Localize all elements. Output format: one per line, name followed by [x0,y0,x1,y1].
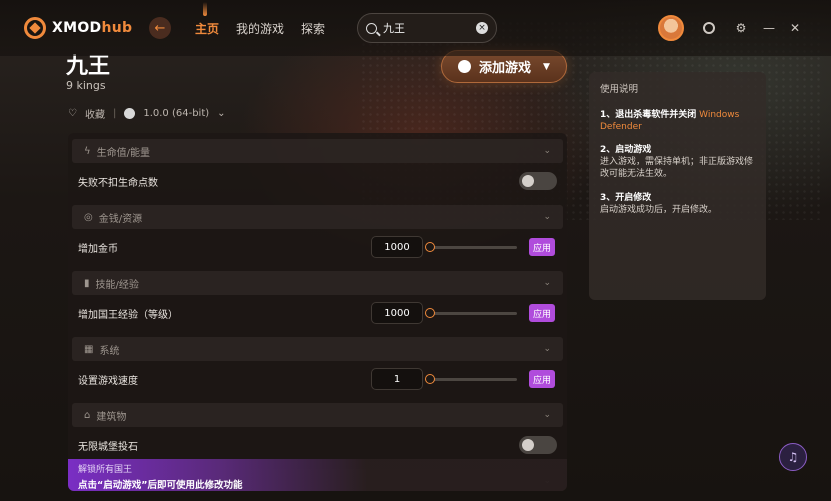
nav-my-games[interactable]: 我的游戏 [236,20,284,37]
main-nav: 主页 我的游戏 探索 [195,2,325,37]
banner-message: 点击“启动游戏”后即可使用此修改功能 [78,480,243,491]
option-row: 设置游戏速度 应用 [68,361,567,397]
section-label: 金钱/资源 [98,213,143,225]
search-box: × [357,13,497,43]
search-input[interactable] [383,21,465,35]
close-icon[interactable]: ✕ [788,21,802,35]
step-body: 启动游戏成功后，开启修改。 [600,204,718,215]
slider-handle[interactable] [425,307,435,318]
game-subtitle: 9 kings [66,79,106,92]
instructions-panel: 使用说明 1、退出杀毒软件并关闭 Windows Defender 2、启动游戏… [589,72,766,300]
section-label: 生命值/能量 [96,147,150,159]
settings-icon[interactable]: ⚙ [734,21,748,35]
option-label: 增加国王经验（等级） [78,309,178,321]
instruction-step: 1、退出杀毒软件并关闭 Windows Defender [600,109,755,133]
top-bar: XMODhub ← 主页 我的游戏 探索 × ⚙ — ✕ [0,0,831,56]
step-heading: 1、退出杀毒软件并关闭 [600,109,697,120]
speed-slider[interactable] [425,373,517,384]
section-buildings[interactable]: ⌂ 建筑物 ⌄ [72,403,563,427]
slider-handle[interactable] [425,241,435,252]
toggle-infinite-stone[interactable] [519,436,557,454]
favorite-label[interactable]: 收藏 [85,106,105,121]
chevron-down-icon: ⌄ [543,212,551,222]
caret-down-icon: ▼ [543,61,550,72]
step-heading: 2、启动游戏 [600,145,652,156]
clear-icon[interactable]: × [476,22,488,34]
nav-home[interactable]: 主页 [195,2,219,37]
section-label: 系统 [99,345,120,357]
chevron-down-icon: ⌄ [543,344,551,354]
instructions-title: 使用说明 [600,84,639,95]
exp-input[interactable] [371,302,423,324]
headset-icon: ♫ [787,450,799,464]
minimize-icon[interactable]: — [762,21,776,35]
step-body: 进入游戏，需保持单机；非正版游戏修改可能无法生效。 [600,157,754,180]
user-avatar[interactable] [658,15,684,41]
support-button[interactable]: ♫ [779,443,807,471]
section-money[interactable]: ◎ 金钱/资源 ⌄ [72,205,563,229]
notification-icon[interactable] [702,21,716,35]
option-label: 增加金币 [78,243,118,255]
logo-icon [24,17,46,39]
instruction-step: 2、启动游戏 进入游戏，需保持单机；非正版游戏修改可能无法生效。 [600,144,755,180]
divider: | [112,108,117,119]
arrow-left-icon: ← [154,20,166,36]
chevron-down-icon: ⌄ [543,278,551,288]
step-heading: 3、开启修改 [600,192,652,203]
apply-exp-button[interactable]: 应用 [529,304,555,322]
grid-icon: ▦ [84,343,94,355]
steam-icon [458,60,472,73]
nav-explore[interactable]: 探索 [301,20,325,37]
chevron-down-icon[interactable]: ⌄ [217,108,225,119]
version-select[interactable]: 1.0.0 (64-bit) [143,108,209,119]
apply-speed-button[interactable]: 应用 [529,370,555,388]
option-row: 失败不扣生命点数 [68,163,567,199]
back-button[interactable]: ← [149,17,171,39]
section-health[interactable]: ϟ 生命值/能量 ⌄ [72,139,563,163]
option-row: 增加金币 应用 [68,229,567,265]
logo-text: XMOD [52,20,102,36]
banner-title: 解锁所有国王 [78,465,133,475]
cheat-panel: ϟ 生命值/能量 ⌄ 失败不扣生命点数 ◎ 金钱/资源 ⌄ 增加金币 应用 ▮ … [68,133,567,491]
section-system[interactable]: ▦ 系统 ⌄ [72,337,563,361]
steam-icon [124,108,136,119]
section-label: 技能/经验 [95,279,139,291]
chevron-down-icon: ⌄ [543,410,551,420]
speed-input[interactable] [371,368,423,390]
chevron-down-icon: ⌄ [543,146,551,156]
option-label: 无限城堡投石 [78,441,138,453]
option-label: 失败不扣生命点数 [78,177,158,189]
locked-banner: 解锁所有国王 点击“启动游戏”后即可使用此修改功能 [68,459,567,491]
bolt-icon: ϟ [84,145,91,157]
exp-slider[interactable] [425,307,517,318]
slider-handle[interactable] [425,373,435,384]
instruction-step: 3、开启修改 启动游戏成功后，开启修改。 [600,192,755,216]
coin-icon: ◎ [84,211,93,223]
apply-gold-button[interactable]: 应用 [529,238,555,256]
search-icon [366,22,377,34]
heart-icon[interactable]: ♡ [68,108,77,119]
building-icon: ⌂ [84,409,91,421]
add-game-label: 添加游戏 [479,61,532,76]
game-meta: ♡ 收藏 | 1.0.0 (64-bit) ⌄ [68,106,226,121]
logo-accent: hub [101,20,133,36]
gold-slider[interactable] [425,241,517,252]
gold-input[interactable] [371,236,423,258]
section-skills[interactable]: ▮ 技能/经验 ⌄ [72,271,563,295]
option-label: 设置游戏速度 [78,375,138,387]
toggle-no-hp-loss[interactable] [519,172,557,190]
bar-chart-icon: ▮ [84,277,90,289]
option-row: 无限城堡投石 [68,427,567,463]
section-label: 建筑物 [96,411,127,423]
option-row: 增加国王经验（等级） 应用 [68,295,567,331]
app-logo[interactable]: XMODhub [24,17,132,39]
